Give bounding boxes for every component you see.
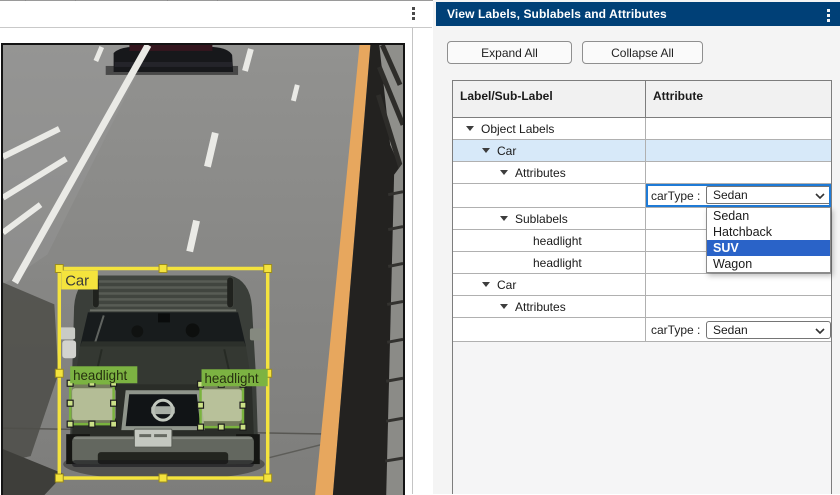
attribute-row-cartype-1: carType : Sedan bbox=[453, 184, 831, 208]
tree-label: headlight bbox=[533, 233, 582, 248]
tree-label: Sublabels bbox=[515, 211, 568, 226]
labels-attributes-panel: View Labels, Sublabels and Attributes Ex… bbox=[433, 0, 840, 494]
tree-label: Attributes bbox=[515, 165, 566, 180]
car-label-text: Car bbox=[65, 273, 89, 289]
expand-all-button[interactable]: Expand All bbox=[447, 41, 572, 64]
chevron-down-icon bbox=[815, 328, 825, 334]
tree-label: Car bbox=[497, 143, 517, 158]
dropdown-option-sedan[interactable]: Sedan bbox=[707, 208, 830, 224]
tree-row-car-2[interactable]: Car bbox=[453, 274, 831, 296]
column-header-attribute: Attribute bbox=[653, 89, 703, 103]
video-panel-header bbox=[0, 1, 432, 28]
panel-menu-icon[interactable] bbox=[412, 7, 415, 20]
collapse-triangle-icon[interactable] bbox=[482, 282, 490, 287]
headlight-label-text: headlight bbox=[73, 368, 127, 383]
panel-menu-icon[interactable] bbox=[827, 9, 830, 22]
collapse-triangle-icon[interactable] bbox=[466, 126, 474, 131]
highway-scene: Car headlight headlight bbox=[3, 45, 403, 495]
cartype-select-2[interactable]: Sedan bbox=[706, 321, 831, 339]
license-plate bbox=[133, 428, 173, 448]
distant-car bbox=[105, 45, 239, 75]
attribute-row-cartype-2: carType : Sedan bbox=[453, 318, 831, 342]
collapse-triangle-icon[interactable] bbox=[500, 304, 508, 309]
select-value: Sedan bbox=[713, 323, 748, 337]
collapse-triangle-icon[interactable] bbox=[500, 216, 508, 221]
tree-label: Attributes bbox=[515, 299, 566, 314]
chevron-down-icon bbox=[815, 193, 825, 199]
collapse-triangle-icon[interactable] bbox=[482, 148, 490, 153]
video-panel: Car headlight headlight bbox=[0, 1, 432, 495]
column-header-label: Label/Sub-Label bbox=[453, 81, 646, 117]
headlight-label-text: headlight bbox=[204, 371, 258, 386]
side-mirror-right bbox=[249, 328, 266, 341]
side-mirror-left bbox=[59, 327, 76, 340]
video-frame: Car headlight headlight bbox=[1, 43, 405, 495]
tree-row-object-labels[interactable]: Object Labels bbox=[453, 118, 831, 140]
tree-row-attributes[interactable]: Attributes bbox=[453, 162, 831, 184]
tree-label: Object Labels bbox=[481, 121, 555, 136]
panel-divider bbox=[412, 28, 413, 494]
collapse-triangle-icon[interactable] bbox=[500, 170, 508, 175]
select-value: Sedan bbox=[713, 188, 748, 202]
tree-label: Car bbox=[497, 277, 517, 292]
table-header: Label/Sub-Label Attribute bbox=[453, 81, 831, 118]
collapse-all-button[interactable]: Collapse All bbox=[582, 41, 703, 64]
dropdown-option-wagon[interactable]: Wagon bbox=[707, 256, 830, 272]
cartype-select-1[interactable]: Sedan bbox=[706, 186, 831, 204]
dropdown-option-hatchback[interactable]: Hatchback bbox=[707, 224, 830, 240]
labels-tree-table: Label/Sub-Label Attribute Object Labels … bbox=[452, 80, 832, 494]
cartype-dropdown-list: Sedan Hatchback SUV Wagon bbox=[706, 207, 831, 273]
dropdown-option-suv[interactable]: SUV bbox=[707, 240, 830, 256]
tree-row-attributes-2[interactable]: Attributes bbox=[453, 296, 831, 318]
labeler-app: Car headlight headlight View Labels, Sub… bbox=[0, 0, 840, 495]
tree-row-car[interactable]: Car bbox=[453, 140, 831, 162]
tree-label: headlight bbox=[533, 255, 582, 270]
attribute-name: carType : bbox=[651, 188, 701, 203]
labels-panel-header: View Labels, Sublabels and Attributes bbox=[436, 2, 840, 26]
panel-title: View Labels, Sublabels and Attributes bbox=[447, 7, 667, 21]
attribute-name: carType : bbox=[651, 322, 701, 337]
